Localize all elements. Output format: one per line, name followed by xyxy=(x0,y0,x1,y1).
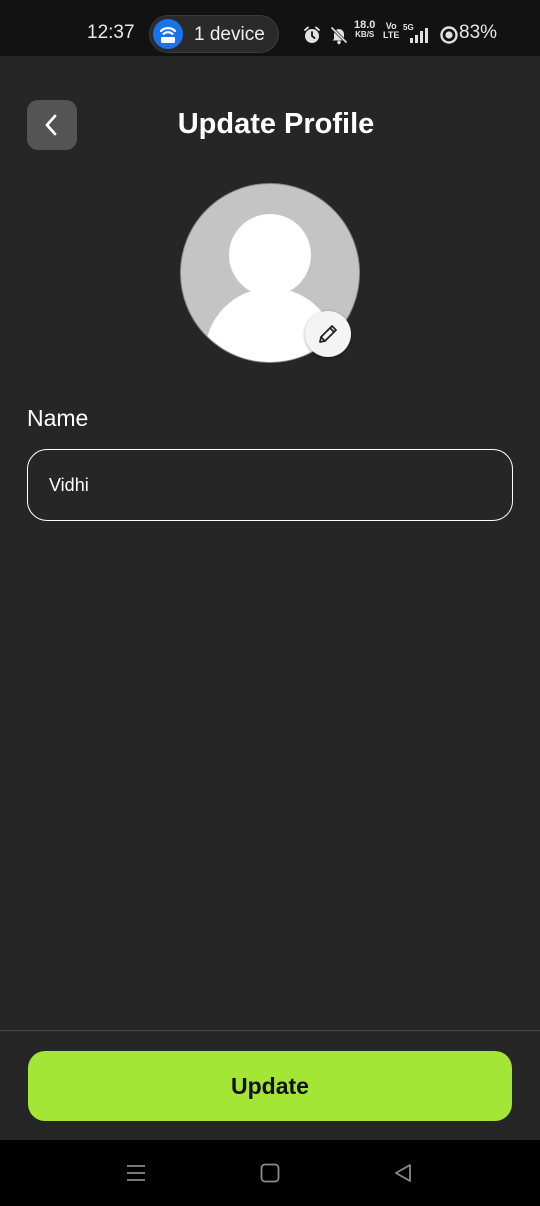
volte-bottom: LTE xyxy=(383,30,400,40)
home-icon[interactable] xyxy=(259,1162,281,1184)
update-button[interactable]: Update xyxy=(28,1051,512,1121)
pencil-icon xyxy=(319,325,337,343)
alarm-icon xyxy=(304,26,320,43)
network-speed-value: 18.0 xyxy=(354,19,376,31)
recent-apps-icon[interactable] xyxy=(125,1162,147,1184)
page-title: Update Profile xyxy=(177,108,375,140)
signal-icon xyxy=(410,28,428,43)
back-nav-icon[interactable] xyxy=(392,1162,414,1184)
update-profile-screen: 12:37 1 device 18.0 KB/S Vo LTE 5G 83% U… xyxy=(0,0,540,1206)
name-input[interactable] xyxy=(27,449,513,521)
network-speed: 18.0 KB/S xyxy=(354,19,376,40)
hotspot-icon xyxy=(153,19,183,49)
edit-avatar-button[interactable] xyxy=(305,311,351,357)
system-nav-bar xyxy=(0,1140,540,1206)
volte-indicator: Vo LTE xyxy=(383,22,399,40)
hotspot-indicator[interactable]: 1 device xyxy=(149,15,279,53)
mute-bell-icon xyxy=(330,26,348,45)
battery-level: 83% xyxy=(459,22,498,43)
bottom-divider xyxy=(0,1030,540,1031)
status-bar: 12:37 1 device 18.0 KB/S Vo LTE 5G 83% xyxy=(0,0,540,56)
hotspot-label: 1 device xyxy=(194,24,265,45)
avatar-head xyxy=(229,214,311,296)
name-label: Name xyxy=(27,405,89,431)
status-time: 12:37 xyxy=(87,22,135,43)
battery-icon xyxy=(440,26,458,44)
network-speed-unit: KB/S xyxy=(355,30,375,39)
